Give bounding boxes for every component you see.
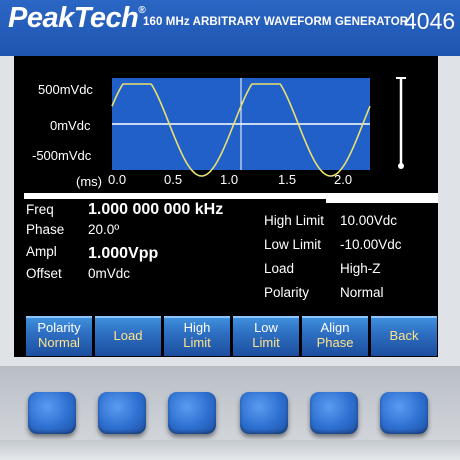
x-tick: 1.0	[220, 172, 239, 187]
x-tick: 0.0	[108, 172, 127, 187]
low-limit-value: -10.00Vdc	[340, 237, 402, 252]
hardware-button-1[interactable]	[28, 392, 76, 434]
softkey-bar: Polarity Normal Load High Limit Low Limi…	[14, 316, 438, 357]
x-tick: 0.5	[164, 172, 183, 187]
hardware-button-2[interactable]	[98, 392, 146, 434]
ampl-value[interactable]: 1.000Vpp	[88, 245, 158, 263]
offset-label: Offset	[26, 266, 62, 281]
softkey-load-label: Load	[113, 328, 143, 343]
polarity-value: Normal	[340, 285, 384, 300]
x-tick: 1.5	[278, 172, 297, 187]
softkey-align-phase-title: Align	[320, 320, 350, 335]
softkey-back[interactable]: Back	[371, 316, 437, 356]
softkey-align-phase[interactable]: Align Phase	[302, 316, 368, 356]
phase-value[interactable]: 20.0º	[88, 222, 119, 237]
softkey-polarity[interactable]: Polarity Normal	[26, 316, 92, 356]
y-label-mid: 0mVdc	[50, 118, 91, 133]
high-limit-value: 10.00Vdc	[340, 213, 398, 228]
low-limit-label: Low Limit	[264, 237, 322, 252]
load-value: High-Z	[340, 261, 381, 276]
softkey-polarity-title: Polarity	[37, 320, 81, 335]
x-unit-label: (ms)	[76, 174, 102, 189]
registered-mark: ®	[138, 5, 146, 16]
softkey-polarity-value: Normal	[38, 335, 80, 350]
hardware-button-4[interactable]	[240, 392, 288, 434]
hardware-button-6[interactable]	[380, 392, 428, 434]
brand-logo-text: PeakTech	[8, 2, 139, 34]
phase-label: Phase	[26, 222, 65, 237]
model-number: 4046	[404, 8, 456, 34]
softkey-high-limit-sub: Limit	[183, 335, 211, 350]
softkey-high-limit-title: High	[183, 320, 211, 335]
softkey-high-limit[interactable]: High Limit	[164, 316, 230, 356]
y-label-bottom: -500mVdc	[32, 148, 92, 163]
device-header: PeakTech® 160 MHz ARBITRARY WAVEFORM GEN…	[0, 0, 460, 56]
load-label: Load	[264, 261, 295, 276]
x-tick: 2.0	[334, 172, 353, 187]
softkey-align-phase-sub: Phase	[316, 335, 354, 350]
lcd-screen: 500mVdc 0mVdc -500mVdc (ms) 0.0 0.5 1.0 …	[14, 56, 438, 357]
y-label-top: 500mVdc	[38, 82, 93, 97]
softkey-low-limit-sub: Limit	[252, 335, 280, 350]
softkey-load[interactable]: Load	[95, 316, 161, 356]
freq-label: Freq	[26, 202, 54, 217]
hardware-button-5[interactable]	[310, 392, 358, 434]
hardware-button-3[interactable]	[168, 392, 216, 434]
softkey-low-limit[interactable]: Low Limit	[233, 316, 299, 356]
softkey-back-label: Back	[389, 328, 419, 343]
amplitude-marker-dot	[398, 163, 404, 169]
ampl-label: Ampl	[26, 244, 57, 259]
polarity-label: Polarity	[264, 285, 310, 300]
panel-edge	[0, 440, 460, 460]
separator-tab	[326, 193, 438, 203]
offset-value[interactable]: 0mVdc	[88, 266, 130, 281]
high-limit-label: High Limit	[264, 213, 325, 228]
softkey-low-limit-title: Low	[254, 320, 278, 335]
freq-value[interactable]: 1.000 000 000 kHz	[88, 201, 223, 219]
model-title: 160 MHz ARBITRARY WAVEFORM GENERATOR	[143, 16, 409, 28]
brand-logo: PeakTech®	[8, 2, 146, 35]
